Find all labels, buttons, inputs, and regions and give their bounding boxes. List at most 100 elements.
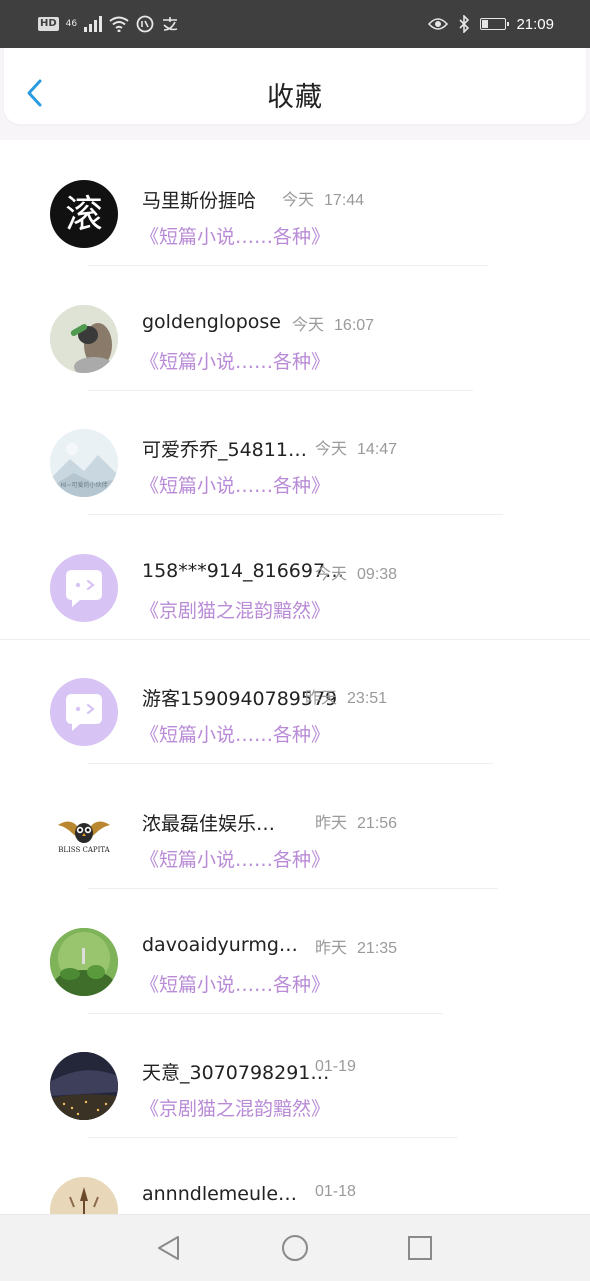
timestamp-time: 17:44 bbox=[324, 192, 365, 209]
timestamp-time: 01-18 bbox=[315, 1182, 356, 1200]
wifi-icon bbox=[109, 16, 129, 32]
user-name: 158***914_816697… bbox=[142, 559, 345, 582]
chat-bubble-icon bbox=[66, 694, 102, 732]
timestamp-day: 今天 bbox=[282, 192, 315, 209]
avatar[interactable] bbox=[50, 553, 118, 622]
timestamp-time: 21:56 bbox=[357, 814, 398, 832]
row-divider bbox=[88, 389, 473, 391]
timestamp: 昨天 21:56 bbox=[315, 809, 397, 833]
timestamp-day: 今天 bbox=[292, 316, 325, 334]
book-title[interactable]: 《短篇小说……各种》 bbox=[140, 845, 330, 872]
list-item[interactable]: goldenglopose 今天 16:07 《短篇小说……各种》 bbox=[0, 273, 590, 398]
user-name: annndlemeule… bbox=[142, 1182, 298, 1205]
status-left: HD 46 bbox=[38, 12, 179, 36]
avatar[interactable]: 滚 bbox=[50, 180, 118, 248]
network-label: 46 bbox=[65, 19, 78, 29]
book-title[interactable]: 《京剧猫之混韵黯然》 bbox=[140, 1094, 330, 1121]
avatar-text: Hi~可爱的小伙伴 bbox=[60, 481, 107, 489]
favorites-list: 滚 马里斯份捱哈 今天 17:44 《短篇小说……各种》 goldenglopos… bbox=[0, 148, 590, 1269]
list-item[interactable]: davoaidyurmg… 昨天 21:35 《短篇小说……各种》 bbox=[0, 896, 590, 1021]
app-header: 收藏 bbox=[4, 48, 586, 124]
book-title[interactable]: 《京剧猫之混韵黯然》 bbox=[140, 596, 330, 623]
list-item[interactable]: 滚 马里斯份捱哈 今天 17:44 《短篇小说……各种》 bbox=[0, 148, 590, 273]
timestamp: 今天 09:38 bbox=[315, 560, 397, 584]
user-name: 天意_3070798291… bbox=[142, 1062, 330, 1085]
status-right: 21:09 bbox=[428, 12, 554, 36]
avatar[interactable] bbox=[50, 678, 118, 747]
alipay-icon bbox=[163, 17, 178, 31]
row-divider bbox=[0, 638, 590, 640]
timestamp: 01-19 bbox=[315, 1058, 356, 1076]
avatar-photo: Hi~可爱的小伙伴 bbox=[50, 429, 118, 498]
hd-icon: HD bbox=[38, 17, 59, 31]
timestamp-day: 今天 bbox=[315, 565, 348, 583]
eye-icon bbox=[428, 18, 449, 30]
owl-logo-icon: BLISS CAPITA bbox=[58, 821, 111, 854]
row-divider bbox=[88, 763, 493, 765]
status-time: 21:09 bbox=[516, 15, 554, 33]
chat-bubble-icon bbox=[66, 569, 102, 607]
timestamp-day: 昨天 bbox=[315, 939, 348, 957]
avatar-photo bbox=[50, 304, 118, 373]
recents-square-icon bbox=[408, 1236, 432, 1260]
timestamp-day: 今天 bbox=[315, 441, 348, 459]
user-name: 浓最磊佳娱乐… bbox=[142, 812, 276, 835]
avatar-text: 滚 bbox=[65, 192, 103, 236]
book-title[interactable]: 《短篇小说……各种》 bbox=[140, 222, 330, 249]
timestamp-time: 23:51 bbox=[347, 690, 388, 708]
nav-back-button[interactable] bbox=[154, 1233, 184, 1263]
book-title[interactable]: 《短篇小说……各种》 bbox=[140, 970, 330, 997]
user-name: 马里斯份捱哈 bbox=[142, 190, 257, 212]
user-name: goldenglopose bbox=[142, 310, 281, 333]
back-triangle-icon bbox=[158, 1236, 179, 1260]
avatar[interactable] bbox=[50, 304, 118, 373]
timestamp-time: 14:47 bbox=[357, 441, 398, 459]
list-item[interactable]: Hi~可爱的小伙伴 可爱乔乔_54811… 今天 14:47 《短篇小说……各种》 bbox=[0, 397, 590, 522]
bluetooth-icon bbox=[459, 15, 470, 33]
row-divider bbox=[88, 1137, 458, 1139]
timestamp: 今天 16:07 bbox=[292, 311, 374, 335]
timestamp-day: 昨天 bbox=[305, 690, 338, 708]
status-bar: HD 46 21:09 bbox=[0, 0, 590, 48]
battery-level bbox=[482, 20, 489, 28]
avatar[interactable] bbox=[50, 1052, 118, 1121]
list-item[interactable]: 158***914_816697… 今天 09:38 《京剧猫之混韵黯然》 bbox=[0, 522, 590, 647]
system-nav-bar bbox=[0, 1214, 590, 1281]
row-divider bbox=[88, 887, 498, 889]
nav-recents-button[interactable] bbox=[405, 1233, 435, 1263]
avatar-glyph: 滚 bbox=[65, 192, 103, 236]
timestamp-time: 09:38 bbox=[357, 565, 398, 583]
avatar[interactable]: Hi~可爱的小伙伴 bbox=[50, 429, 118, 498]
timestamp: 01-18 bbox=[315, 1183, 356, 1201]
data-saver-icon bbox=[136, 15, 154, 33]
avatar-photo bbox=[50, 1052, 118, 1121]
timestamp: 昨天 21:35 bbox=[315, 934, 397, 958]
user-name: 可爱乔乔_54811… bbox=[142, 439, 307, 462]
avatar-photo bbox=[50, 927, 118, 996]
user-name: davoaidyurmg… bbox=[142, 933, 298, 956]
timestamp: 昨天 23:51 bbox=[305, 684, 387, 708]
battery-icon bbox=[480, 18, 510, 30]
nav-home-button[interactable] bbox=[280, 1233, 310, 1263]
signal-icon bbox=[84, 16, 103, 32]
timestamp-time: 21:35 bbox=[357, 939, 398, 957]
avatar[interactable] bbox=[50, 927, 118, 996]
timestamp-time: 16:07 bbox=[334, 316, 375, 334]
book-title[interactable]: 《短篇小说……各种》 bbox=[140, 347, 330, 374]
row-divider bbox=[88, 514, 503, 516]
timestamp-day: 昨天 bbox=[315, 814, 348, 832]
timestamp-time: 01-19 bbox=[315, 1058, 356, 1076]
timestamp: 今天 14:47 bbox=[315, 435, 397, 459]
row-divider bbox=[88, 265, 488, 266]
list-item[interactable]: BLISS CAPITA 浓最磊佳娱乐… 昨天 21:56 《短篇小说……各种》 bbox=[0, 771, 590, 896]
avatar-text: BLISS CAPITA bbox=[58, 846, 110, 854]
list-item[interactable]: 天意_3070798291… 01-19 《京剧猫之混韵黯然》 bbox=[0, 1020, 590, 1145]
home-circle-icon bbox=[282, 1235, 308, 1261]
book-title[interactable]: 《短篇小说……各种》 bbox=[140, 720, 330, 747]
avatar[interactable]: BLISS CAPITA bbox=[50, 802, 118, 871]
book-title[interactable]: 《短篇小说……各种》 bbox=[140, 471, 330, 498]
list-item[interactable]: 游客1590940789579 昨天 23:51 《短篇小说……各种》 bbox=[0, 646, 590, 771]
timestamp: 今天 17:44 bbox=[282, 186, 364, 210]
row-divider bbox=[88, 1012, 443, 1014]
page-title: 收藏 bbox=[267, 82, 323, 113]
